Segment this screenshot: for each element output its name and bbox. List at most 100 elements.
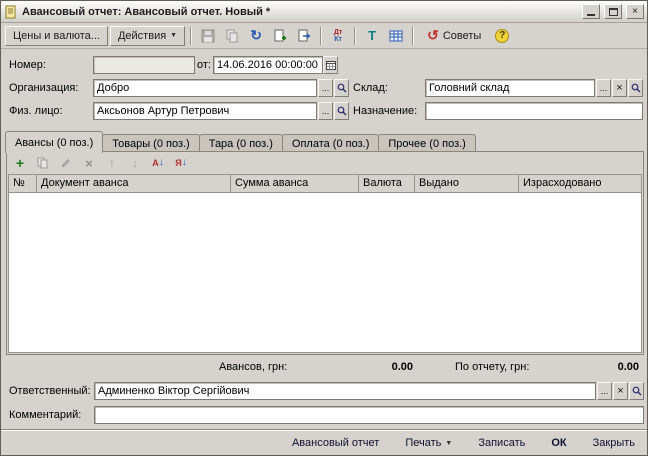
save-button[interactable] — [197, 26, 219, 46]
warehouse-select-button[interactable]: ... — [596, 79, 611, 97]
advance-report-print-button[interactable]: Авансовый отчет — [288, 435, 383, 451]
advices-button[interactable]: ↺ Советы — [419, 26, 489, 46]
goto-related-button[interactable]: Т — [361, 26, 383, 46]
reread-button[interactable]: ↻ — [245, 26, 267, 46]
number-label: Номер: — [9, 59, 46, 71]
delete-icon: × — [85, 155, 93, 171]
magnifier-icon — [631, 83, 641, 93]
toolbar-separator — [320, 26, 323, 45]
dtkt-posting-icon: Дт Кт — [333, 28, 343, 43]
number-input[interactable] — [93, 56, 195, 74]
chevron-down-icon: ▼ — [445, 439, 453, 447]
calendar-button[interactable] — [323, 56, 338, 74]
organization-open-button[interactable] — [334, 79, 349, 97]
column-header-currency[interactable]: Валюта — [359, 175, 415, 192]
advances-panel: + × ↑ ↓ А ↓ Я ↓ № Документ аванса Сумма … — [6, 151, 644, 355]
main-toolbar: Цены и валюта... Действия ▼ ↻ Дт Кт Т ↺ … — [1, 23, 647, 49]
export-button[interactable] — [293, 26, 315, 46]
new-document-button[interactable] — [269, 26, 291, 46]
responsible-open-button[interactable] — [629, 382, 644, 400]
grid-body-empty[interactable] — [9, 193, 641, 352]
ok-button[interactable]: ОК — [547, 435, 570, 451]
sort-asc-button[interactable]: А ↓ — [148, 154, 168, 172]
column-header-number[interactable]: № — [9, 175, 37, 192]
maximize-button[interactable] — [604, 4, 622, 19]
warehouse-clear-button[interactable]: × — [612, 79, 627, 97]
responsible-clear-button[interactable]: × — [613, 382, 628, 400]
report-total-label: По отчету, грн: — [455, 361, 530, 373]
advices-icon: ↺ — [427, 27, 439, 43]
table-grid-icon — [389, 29, 403, 43]
actions-button[interactable]: Действия ▼ — [109, 25, 186, 46]
minimize-button[interactable] — [582, 4, 600, 19]
ok-label: ОК — [551, 437, 567, 449]
floppy-icon — [201, 29, 215, 43]
responsible-input[interactable] — [94, 382, 596, 400]
print-button[interactable]: Печать ▼ — [401, 435, 456, 451]
purpose-input[interactable] — [425, 102, 643, 120]
goto-icon: Т — [368, 28, 377, 43]
advance-report-label: Авансовый отчет — [291, 437, 380, 449]
toolbar-separator — [190, 26, 193, 45]
close-button[interactable]: × — [626, 4, 644, 19]
minimize-icon — [587, 14, 595, 16]
posting-dtkt-button[interactable]: Дт Кт — [327, 26, 349, 46]
sort-asc-icon: А ↓ — [152, 157, 164, 168]
person-open-button[interactable] — [334, 102, 349, 120]
copy-document-button[interactable] — [221, 26, 243, 46]
date-input[interactable] — [213, 56, 323, 74]
prices-currency-label: Цены и валюта... — [13, 29, 100, 42]
column-header-advance-document[interactable]: Документ аванса — [37, 175, 231, 192]
warehouse-label: Склад: — [353, 82, 388, 94]
sort-desc-icon: Я ↓ — [175, 157, 187, 168]
person-label: Физ. лицо: — [9, 105, 63, 117]
delete-row-button[interactable]: × — [79, 154, 99, 172]
column-header-given[interactable]: Выдано — [415, 175, 519, 192]
advances-total-value: 0.00 — [391, 361, 413, 373]
responsible-label: Ответственный: — [9, 385, 91, 397]
column-header-advance-sum[interactable]: Сумма аванса — [231, 175, 359, 192]
add-row-button[interactable]: + — [10, 154, 30, 172]
help-button[interactable]: ? — [491, 26, 513, 46]
file-export-icon — [297, 29, 311, 43]
date-label: от: — [197, 59, 211, 71]
grid-header: № Документ аванса Сумма аванса Валюта Вы… — [9, 175, 641, 193]
maximize-icon — [608, 7, 618, 16]
move-down-button[interactable]: ↓ — [125, 154, 145, 172]
column-header-spent[interactable]: Израсходовано — [519, 175, 641, 192]
prices-currency-button[interactable]: Цены и валюта... — [5, 25, 108, 46]
tab-advances[interactable]: Авансы (0 поз.) — [5, 131, 104, 153]
purpose-label: Назначение: — [353, 105, 418, 117]
advances-total-label: Авансов, грн: — [219, 361, 288, 373]
footer-button-bar: Авансовый отчет Печать ▼ Записать ОК Зак… — [288, 432, 639, 454]
comment-label: Комментарий: — [9, 409, 82, 421]
organization-label: Организация: — [9, 82, 79, 94]
organization-select-button[interactable]: ... — [318, 79, 333, 97]
copy-icon — [225, 29, 239, 43]
ellipsis-icon: ... — [321, 82, 330, 93]
document-icon — [4, 5, 18, 19]
organization-input[interactable] — [93, 79, 317, 97]
person-select-button[interactable]: ... — [318, 102, 333, 120]
arrow-up-icon: ↑ — [109, 156, 115, 170]
sort-desc-button[interactable]: Я ↓ — [171, 154, 191, 172]
copy-row-button[interactable] — [33, 154, 53, 172]
person-input[interactable] — [93, 102, 317, 120]
report-table-button[interactable] — [385, 26, 407, 46]
responsible-select-button[interactable]: ... — [597, 382, 612, 400]
footer-separator — [1, 429, 647, 431]
chevron-down-icon: ▼ — [170, 32, 178, 39]
save-record-label: Записать — [478, 437, 526, 449]
move-up-button[interactable]: ↑ — [102, 154, 122, 172]
ellipsis-icon: ... — [599, 82, 608, 93]
toolbar-separator — [354, 26, 357, 45]
close-form-button[interactable]: Закрыть — [589, 435, 639, 451]
edit-row-button[interactable] — [56, 154, 76, 172]
magnifier-icon — [632, 386, 642, 396]
warehouse-open-button[interactable] — [628, 79, 643, 97]
calendar-icon — [325, 60, 336, 70]
titlebar: Авансовый отчет: Авансовый отчет. Новый … — [1, 1, 647, 23]
warehouse-input[interactable] — [425, 79, 595, 97]
comment-input[interactable] — [94, 406, 644, 424]
save-record-button[interactable]: Записать — [474, 435, 529, 451]
